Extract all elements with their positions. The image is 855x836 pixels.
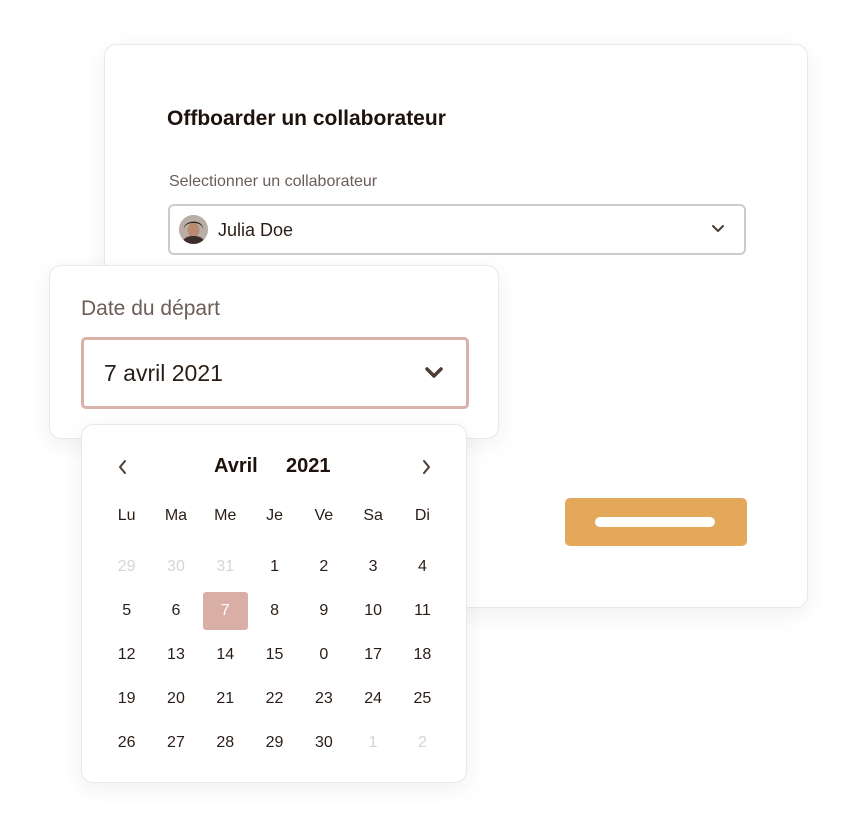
calendar-day[interactable]: 19 — [102, 677, 151, 721]
calendar-day[interactable]: 25 — [398, 677, 447, 721]
calendar-day-label: 5 — [122, 602, 132, 619]
days-grid: 29 30 31 1 2 3 4 5 6 7 8 9 10 11 12 13 14 15 0 17 18 19 20 21 22… — [102, 545, 447, 765]
calendar-day-label: 12 — [117, 646, 136, 663]
calendar-day[interactable]: 11 — [398, 589, 447, 633]
collaborator-select-label: Selectionner un collaborateur — [169, 173, 378, 190]
button-label-placeholder — [595, 517, 715, 527]
calendar-day-label: 2 — [417, 734, 427, 751]
calendar-day-label: 7 — [202, 592, 248, 630]
calendar-day[interactable]: 17 — [348, 633, 397, 677]
calendar-day[interactable]: 30 — [299, 721, 348, 765]
calendar-day[interactable]: 18 — [398, 633, 447, 677]
weekday-label: Lu — [117, 507, 136, 524]
calendar-day-label: 8 — [270, 602, 279, 619]
calendar-day-label: 20 — [167, 690, 185, 707]
next-month-button[interactable] — [407, 447, 447, 487]
calendar-day[interactable]: 28 — [201, 721, 250, 765]
weekday-label: Ve — [314, 507, 334, 524]
collaborator-select[interactable]: Julia Doe — [168, 204, 746, 255]
weekday-label: Sa — [363, 507, 383, 524]
collaborator-name: Julia Doe — [218, 220, 294, 240]
calendar-day[interactable]: 31 — [201, 545, 250, 589]
weekday-label: Je — [266, 507, 283, 524]
calendar-day-label: 10 — [364, 602, 383, 619]
chevron-down-icon — [712, 225, 724, 232]
calendar-day[interactable]: 10 — [348, 589, 397, 633]
calendar-day[interactable]: 12 — [102, 633, 151, 677]
page-title: Offboarder un collaborateur — [167, 107, 446, 130]
calendar-day-label: 23 — [314, 690, 333, 707]
calendar-day-label: 0 — [319, 646, 329, 663]
avatar — [179, 215, 208, 244]
departure-date-field[interactable]: 7 avril 2021 — [81, 337, 469, 409]
chevron-right-icon — [423, 460, 430, 474]
calendar-day-label: 4 — [417, 558, 427, 575]
calendar-day[interactable]: 21 — [201, 677, 250, 721]
departure-date-value: 7 avril 2021 — [104, 360, 223, 386]
calendar-day[interactable]: 20 — [151, 677, 200, 721]
date-picker-calendar: Avril 2021 Lu Ma Me Je Ve Sa Di 29 30 31 1 2 3 4 5 6 7 8… — [81, 424, 467, 783]
calendar-year[interactable]: 2021 — [286, 455, 331, 478]
weekday-label: Me — [214, 507, 237, 524]
calendar-day[interactable]: 1 — [348, 721, 397, 765]
calendar-day[interactable]: 27 — [151, 721, 200, 765]
calendar-day-label: 13 — [167, 646, 185, 663]
departure-date-card: Date du départ 7 avril 2021 — [49, 265, 499, 439]
calendar-day-label: 3 — [368, 558, 378, 575]
calendar-day-label: 30 — [314, 734, 333, 751]
calendar-day[interactable]: 29 — [250, 721, 299, 765]
calendar-day-label: 19 — [117, 690, 136, 707]
calendar-day-label: 1 — [368, 734, 378, 751]
calendar-day[interactable]: 6 — [151, 589, 200, 633]
calendar-day-selected[interactable]: 7 — [201, 589, 250, 633]
calendar-day-label: 11 — [414, 602, 431, 619]
calendar-day[interactable]: 2 — [299, 545, 348, 589]
calendar-day-label: 22 — [265, 690, 284, 707]
calendar-day-label: 21 — [216, 690, 235, 707]
calendar-day-label: 29 — [265, 734, 284, 751]
calendar-day-label: 26 — [117, 734, 136, 751]
calendar-day[interactable]: 4 — [398, 545, 447, 589]
calendar-day[interactable]: 23 — [299, 677, 348, 721]
calendar-day-label: 15 — [265, 646, 284, 663]
calendar-day-label: 9 — [319, 602, 329, 619]
calendar-day-label: 29 — [117, 558, 136, 575]
submit-button[interactable] — [565, 498, 747, 546]
calendar-day[interactable]: 2 — [398, 721, 447, 765]
calendar-day[interactable]: 1 — [250, 545, 299, 589]
weekday-header: Lu Ma Me Je Ve Sa Di — [102, 507, 447, 527]
calendar-day-label: 6 — [171, 602, 181, 619]
calendar-day-label: 30 — [167, 558, 185, 575]
calendar-day[interactable]: 13 — [151, 633, 200, 677]
calendar-day-label: 31 — [216, 558, 235, 575]
calendar-day[interactable]: 22 — [250, 677, 299, 721]
calendar-day[interactable]: 29 — [102, 545, 151, 589]
calendar-day[interactable]: 9 — [299, 589, 348, 633]
chevron-left-icon — [119, 460, 126, 474]
calendar-day-label: 28 — [216, 734, 235, 751]
calendar-day[interactable]: 14 — [201, 633, 250, 677]
calendar-month[interactable]: Avril — [214, 455, 258, 478]
calendar-day[interactable]: 3 — [348, 545, 397, 589]
calendar-day-label: 14 — [216, 646, 235, 663]
calendar-day[interactable]: 5 — [102, 589, 151, 633]
chevron-down-icon — [425, 367, 443, 378]
calendar-day-label: 17 — [364, 646, 383, 663]
calendar-day[interactable]: 24 — [348, 677, 397, 721]
departure-date-label: Date du départ — [81, 297, 220, 320]
calendar-day[interactable]: 30 — [151, 545, 200, 589]
calendar-day-label: 1 — [270, 558, 279, 575]
calendar-day[interactable]: 15 — [250, 633, 299, 677]
previous-month-button[interactable] — [102, 447, 142, 487]
calendar-day-label: 27 — [167, 734, 185, 751]
calendar-day-label: 24 — [364, 690, 383, 707]
calendar-day-label: 25 — [413, 690, 432, 707]
calendar-day[interactable]: 0 — [299, 633, 348, 677]
calendar-day-label: 18 — [413, 646, 432, 663]
calendar-day[interactable]: 26 — [102, 721, 151, 765]
weekday-label: Ma — [164, 507, 188, 524]
weekday-label: Di — [414, 507, 430, 524]
calendar-day-label: 2 — [319, 558, 329, 575]
calendar-day[interactable]: 8 — [250, 589, 299, 633]
